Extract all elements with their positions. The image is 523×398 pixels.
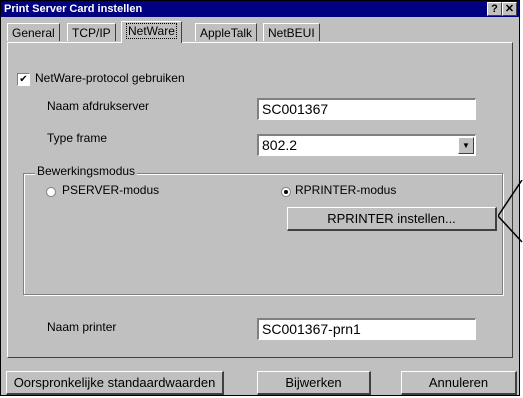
title-bar: Print Server Card instellen ? ✕ <box>1 1 519 17</box>
check-icon: ✔ <box>19 74 28 85</box>
update-button[interactable]: Bijwerken <box>257 371 371 395</box>
print-server-name-input[interactable]: SC001367 <box>257 98 476 120</box>
restore-defaults-button[interactable]: Oorspronkelijke standaardwaarden <box>6 371 224 395</box>
tab-netware[interactable]: NetWare <box>121 21 182 43</box>
cancel-button[interactable]: Annuleren <box>401 371 517 395</box>
print-server-name-label: Naam afdrukserver <box>47 99 150 113</box>
help-button[interactable]: ? <box>487 2 502 16</box>
mode-group-label: Bewerkingsmodus <box>35 164 138 178</box>
pserver-label: PSERVER-modus <box>62 183 160 197</box>
tab-general[interactable]: General <box>7 23 60 41</box>
rprinter-label: RPRINTER-modus <box>295 183 397 197</box>
tab-appletalk[interactable]: AppleTalk <box>195 23 258 41</box>
printer-name-input[interactable]: SC001367-prn1 <box>257 318 476 340</box>
frame-type-value: 802.2 <box>262 137 298 153</box>
use-protocol-checkbox[interactable]: ✔ <box>17 73 30 86</box>
callout-pointer-icon <box>498 180 523 243</box>
use-protocol-label: NetWare-protocol gebruiken <box>35 71 185 85</box>
tab-netbeui[interactable]: NetBEUI <box>263 23 320 41</box>
close-button[interactable]: ✕ <box>502 2 517 16</box>
tab-tcpip[interactable]: TCP/IP <box>67 23 116 41</box>
frame-type-label: Type frame <box>47 131 108 145</box>
window-title: Print Server Card instellen <box>4 3 143 15</box>
chevron-down-icon[interactable]: ▼ <box>458 137 474 154</box>
rprinter-settings-button[interactable]: RPRINTER instellen... <box>287 207 497 231</box>
dialog-window: Print Server Card instellen ? ✕ General … <box>0 0 520 396</box>
printer-name-label: Naam printer <box>47 320 117 334</box>
pserver-radio[interactable] <box>46 187 56 197</box>
frame-type-select[interactable]: 802.2 ▼ <box>257 134 476 156</box>
rprinter-radio[interactable] <box>281 187 291 197</box>
